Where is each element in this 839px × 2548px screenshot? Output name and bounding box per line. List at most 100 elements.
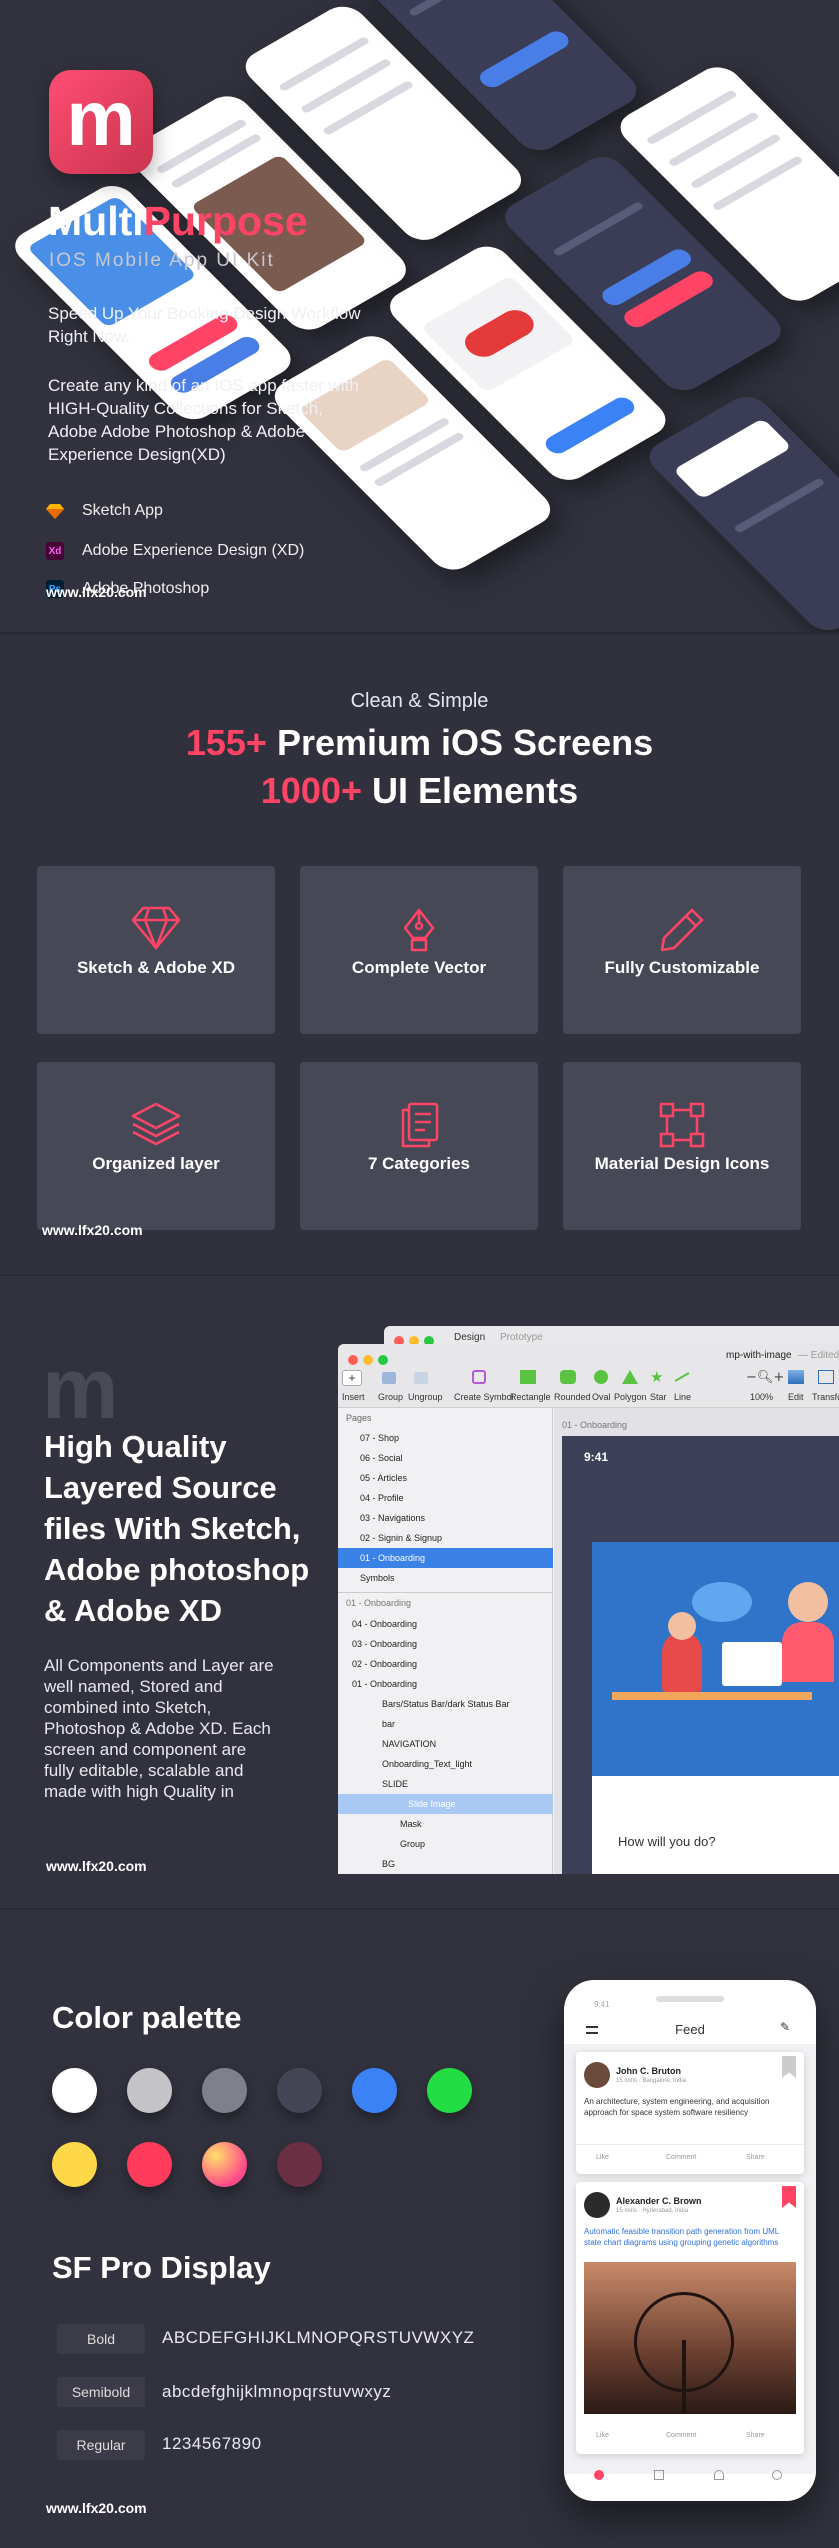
tab-prototype[interactable]: Prototype xyxy=(500,1332,543,1343)
color-swatch xyxy=(127,2142,172,2187)
post-text: An architecture, system engineering, and… xyxy=(584,2097,770,2117)
feed-title: Feed xyxy=(675,2022,705,2037)
feature-label: 7 Categories xyxy=(367,1154,471,1173)
profile-tab-icon[interactable] xyxy=(772,2470,782,2480)
feature-label: Organized layer xyxy=(92,1154,220,1173)
status-time: 9:41 xyxy=(594,2000,610,2009)
oval-icon[interactable] xyxy=(594,1370,608,1384)
tool-sketch: Sketch App xyxy=(46,502,163,520)
toolbar-label: Rectangle xyxy=(510,1392,551,1402)
documents-icon xyxy=(401,1102,439,1148)
notifications-tab-icon[interactable] xyxy=(714,2470,724,2480)
avatar xyxy=(584,2192,610,2218)
explore-tab-icon[interactable] xyxy=(654,2470,664,2480)
font-weight-label: Semibold xyxy=(57,2377,145,2407)
layer-item[interactable]: Bars/Status Bar/dark Status Bar xyxy=(338,1694,553,1714)
share-button[interactable]: Share xyxy=(746,2432,765,2439)
layer-item[interactable]: Onboarding_Text_light xyxy=(338,1754,553,1774)
feed-phone-mockup: 9:41 Feed ✎ John C. Bruton 15 mins · Ban… xyxy=(564,1980,816,2501)
artboard[interactable]: 9:41 How will you do? xyxy=(562,1436,839,1874)
layer-item[interactable]: NAVIGATION xyxy=(338,1734,553,1754)
layer-item-selected[interactable]: Slide Image xyxy=(338,1794,553,1814)
feed-post: John C. Bruton 15 mins · Bangalore, Indi… xyxy=(576,2052,804,2174)
layer-item[interactable]: Mask xyxy=(338,1814,553,1834)
ungroup-icon[interactable] xyxy=(414,1372,428,1384)
layer-item[interactable]: 04 - Onboarding xyxy=(338,1614,553,1634)
comment-button[interactable]: Comment xyxy=(666,2432,696,2439)
rectangle-icon[interactable] xyxy=(520,1370,536,1384)
color-swatch xyxy=(202,2068,247,2113)
onboarding-illustration xyxy=(592,1542,839,1776)
page-item[interactable]: 02 - Signin & Signup xyxy=(338,1528,553,1548)
sketch-window: mp-with-image — Edited + ★ −🔍︎+ Insert G… xyxy=(338,1344,839,1874)
toolbar-label: 100% xyxy=(750,1392,774,1402)
comment-button[interactable]: Comment xyxy=(666,2154,696,2161)
like-button[interactable]: Like xyxy=(596,2432,609,2439)
page-item[interactable]: 03 - Navigations xyxy=(338,1508,553,1528)
features-eyebrow: Clean & Simple xyxy=(350,690,489,712)
toolbar-label: Insert xyxy=(342,1392,365,1402)
color-swatch xyxy=(52,2068,97,2113)
page-item[interactable]: 07 - Shop xyxy=(338,1428,553,1448)
brand-title: MultiPurpose xyxy=(48,198,308,244)
rounded-icon[interactable] xyxy=(560,1370,576,1384)
tool-xd: Xd Adobe Experience Design (XD) xyxy=(46,542,304,560)
toolbar-label: Edit xyxy=(788,1392,804,1402)
color-swatch xyxy=(202,2142,247,2187)
layer-item[interactable]: BG xyxy=(338,1854,553,1874)
feature-card: Sketch & Adobe XD xyxy=(37,866,275,1034)
xd-icon: Xd xyxy=(46,542,64,560)
feature-card: Fully Customizable xyxy=(563,866,801,1034)
page-item[interactable]: 06 - Social xyxy=(338,1448,553,1468)
post-meta: 15 mins · Bangalore, India xyxy=(616,2078,687,2084)
feature-card: Complete Vector xyxy=(300,866,538,1034)
pages-header: Pages xyxy=(346,1413,372,1423)
page-item[interactable]: Symbols xyxy=(338,1568,553,1588)
polygon-icon[interactable] xyxy=(622,1370,638,1384)
layers-sidebar: Pages 07 - Shop 06 - Social 05 - Article… xyxy=(338,1408,553,1874)
toolbar-label: Polygon xyxy=(614,1392,647,1402)
bookmark-icon[interactable] xyxy=(782,2056,796,2078)
features-headline-1: 155+ Premium iOS Screens xyxy=(185,722,654,763)
toolbar-label: Oval xyxy=(592,1392,611,1402)
transform-icon[interactable] xyxy=(818,1370,834,1384)
source-files-section: m High Quality Layered Source files With… xyxy=(0,1276,839,1908)
color-swatch xyxy=(277,2142,322,2187)
edit-icon[interactable]: ✎ xyxy=(780,2020,790,2034)
toolbar-label: Line xyxy=(674,1392,692,1402)
bookmark-icon[interactable] xyxy=(782,2186,796,2208)
post-author: Alexander C. Brown xyxy=(616,2196,702,2206)
insert-icon[interactable]: + xyxy=(342,1370,362,1386)
toolbar-label: Star xyxy=(650,1392,667,1402)
features-section: Clean & Simple 155+ Premium iOS Screens … xyxy=(0,634,839,1274)
page-item[interactable]: 05 - Articles xyxy=(338,1468,553,1488)
layer-item[interactable]: 02 - Onboarding xyxy=(338,1654,553,1674)
page-item[interactable]: 04 - Profile xyxy=(338,1488,553,1508)
group-icon[interactable] xyxy=(382,1372,396,1384)
post-author: John C. Bruton xyxy=(616,2066,681,2076)
post-image xyxy=(584,2262,796,2414)
feature-card: Material Design Icons xyxy=(563,1062,801,1230)
post-text: Automatic feasible transition path gener… xyxy=(584,2227,779,2247)
font-weight-label: Regular xyxy=(57,2430,145,2460)
layer-item[interactable]: bar xyxy=(338,1714,553,1734)
layer-item[interactable]: 01 - Onboarding xyxy=(338,1674,553,1694)
edit-icon[interactable] xyxy=(788,1370,804,1384)
create-symbol-icon[interactable] xyxy=(472,1370,486,1384)
star-icon[interactable]: ★ xyxy=(650,1368,663,1386)
zoom-icon[interactable]: −🔍︎+ xyxy=(746,1370,784,1385)
tab-design[interactable]: Design xyxy=(454,1332,485,1343)
color-swatch xyxy=(52,2142,97,2187)
status-time: 9:41 xyxy=(584,1450,609,1464)
sketch-icon xyxy=(46,502,64,520)
like-button[interactable]: Like xyxy=(596,2154,609,2161)
layer-item[interactable]: 03 - Onboarding xyxy=(338,1634,553,1654)
feature-label: Material Design Icons xyxy=(594,1154,770,1173)
line-icon[interactable] xyxy=(674,1372,690,1382)
page-item-selected[interactable]: 01 - Onboarding xyxy=(338,1548,553,1568)
feature-label: Sketch & Adobe XD xyxy=(76,958,236,977)
layer-item[interactable]: SLIDE xyxy=(338,1774,553,1794)
share-button[interactable]: Share xyxy=(746,2154,765,2161)
home-tab-icon[interactable] xyxy=(594,2470,604,2480)
layer-item[interactable]: Group xyxy=(338,1834,553,1854)
